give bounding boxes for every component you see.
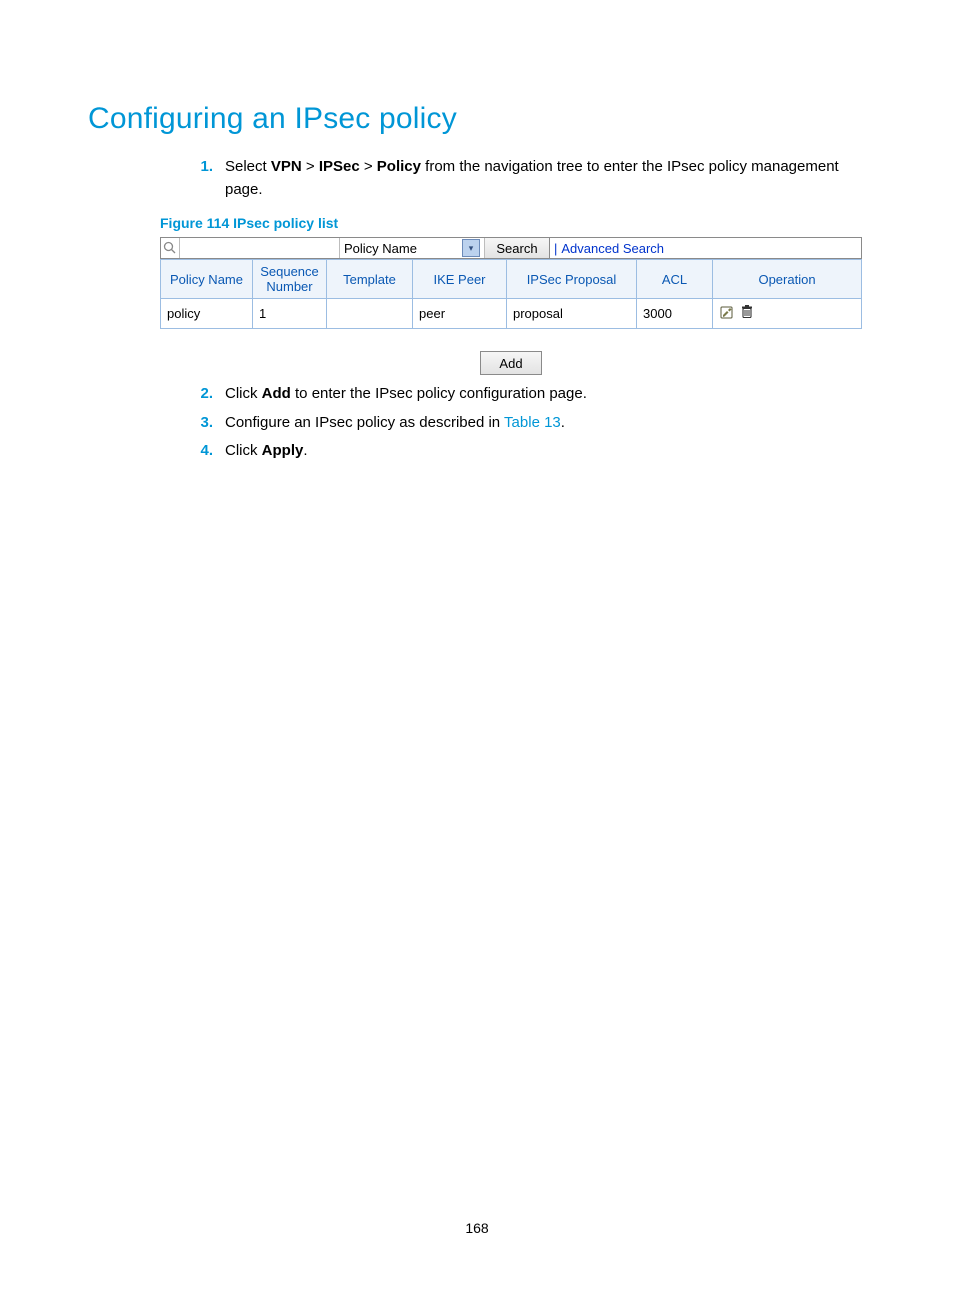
cell-ipsec-proposal: proposal [507, 299, 637, 329]
nav-policy: Policy [377, 158, 421, 175]
cell-operation [713, 299, 862, 329]
step-text: Click Apply. [225, 440, 866, 463]
add-button[interactable]: Add [480, 351, 542, 375]
search-field-select[interactable]: Policy Name ▾ [340, 238, 485, 258]
cell-policy-name: policy [161, 299, 253, 329]
nav-vpn: VPN [271, 158, 302, 175]
th-template: Template [327, 260, 413, 299]
step-1: 1. Select VPN > IPSec > Policy from the … [183, 156, 866, 201]
th-sequence-number: Sequence Number [253, 260, 327, 299]
table-row: policy 1 peer proposal 3000 [161, 299, 862, 329]
step-number: 2. [183, 383, 225, 406]
th-operation: Operation [713, 260, 862, 299]
separator-pipe: | [554, 241, 557, 256]
th-ipsec-proposal: IPSec Proposal [507, 260, 637, 299]
step-number: 1. [183, 156, 225, 201]
step2-bold: Add [262, 385, 291, 402]
search-input[interactable] [180, 238, 340, 258]
table-13-link[interactable]: Table 13 [504, 414, 561, 431]
cell-ike-peer: peer [413, 299, 507, 329]
step-number: 3. [183, 412, 225, 435]
nav-ipsec: IPSec [319, 158, 360, 175]
page-title: Configuring an IPsec policy [88, 102, 866, 136]
th-ike-peer: IKE Peer [413, 260, 507, 299]
step3-post: . [561, 414, 565, 431]
search-icon [161, 238, 180, 258]
step2-pre: Click [225, 385, 262, 402]
figure-caption: Figure 114 IPsec policy list [160, 215, 866, 231]
step3-pre: Configure an IPsec policy as described i… [225, 414, 504, 431]
step4-pre: Click [225, 442, 262, 459]
step-text: Select VPN > IPSec > Policy from the nav… [225, 156, 866, 201]
page-number: 168 [0, 1220, 954, 1236]
step-2: 2. Click Add to enter the IPsec policy c… [183, 383, 866, 406]
step4-bold: Apply [262, 442, 304, 459]
step-4: 4. Click Apply. [183, 440, 866, 463]
edit-icon[interactable] [719, 304, 735, 323]
step2-post: to enter the IPsec policy configuration … [291, 385, 587, 402]
cell-template [327, 299, 413, 329]
step1-pre: Select [225, 158, 271, 175]
step4-post: . [303, 442, 307, 459]
advanced-search-link[interactable]: Advanced Search [561, 241, 664, 256]
sep1: > [302, 158, 319, 175]
th-acl: ACL [637, 260, 713, 299]
step-text: Configure an IPsec policy as described i… [225, 412, 866, 435]
search-select-value: Policy Name [344, 241, 417, 256]
ipsec-policy-table: Policy Name Sequence Number Template IKE… [160, 259, 862, 329]
search-button[interactable]: Search [485, 238, 550, 258]
step-number: 4. [183, 440, 225, 463]
delete-icon[interactable] [739, 304, 755, 323]
search-bar: Policy Name ▾ Search | Advanced Search [160, 237, 862, 259]
sep2: > [360, 158, 377, 175]
step-text: Click Add to enter the IPsec policy conf… [225, 383, 866, 406]
chevron-down-icon: ▾ [462, 239, 480, 257]
cell-sequence-number: 1 [253, 299, 327, 329]
cell-acl: 3000 [637, 299, 713, 329]
th-policy-name: Policy Name [161, 260, 253, 299]
figure-ipsec-policy-list: Policy Name ▾ Search | Advanced Search P… [160, 237, 862, 375]
step-3: 3. Configure an IPsec policy as describe… [183, 412, 866, 435]
